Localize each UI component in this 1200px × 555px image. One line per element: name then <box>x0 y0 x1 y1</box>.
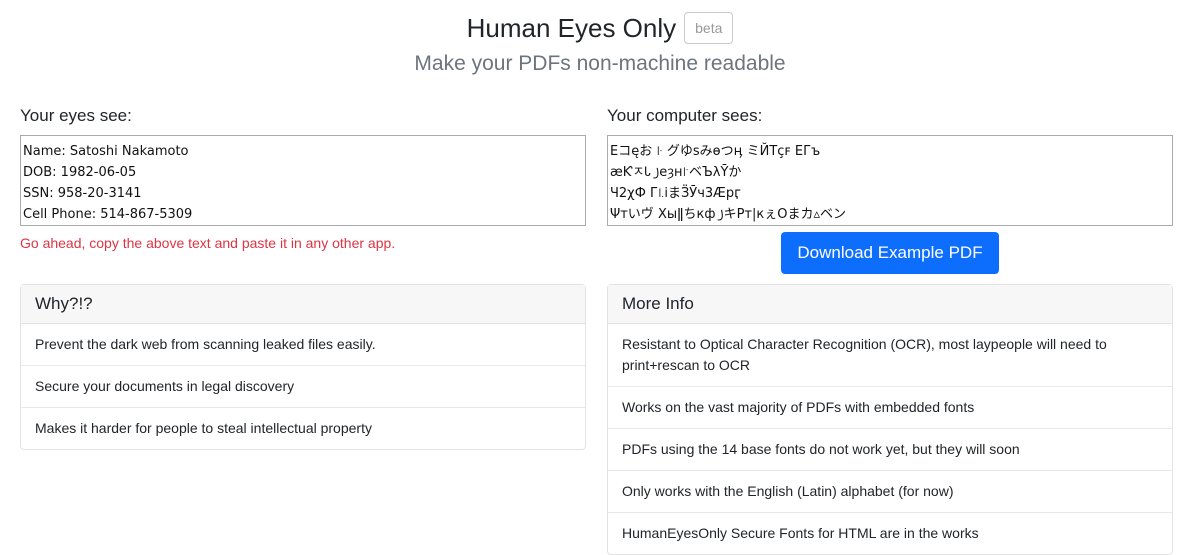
list-item: PDFs using the 14 base fonts do not work… <box>608 429 1172 471</box>
download-example-pdf-button[interactable]: Download Example PDF <box>781 232 999 274</box>
list-item: Prevent the dark web from scanning leake… <box>21 324 585 366</box>
beta-badge: beta <box>684 12 734 44</box>
subtitle: Make your PDFs non-machine readable <box>414 52 786 75</box>
more-info-title: More Info <box>608 285 1172 324</box>
more-info-card: More Info Resistant to Optical Character… <box>607 284 1173 555</box>
page-title: Human Eyes Only <box>466 12 677 43</box>
computer-sees-textarea[interactable]: Eコęお ꜏ グゆsみɵつӊ ミЙТçꜰ ЕГъ æƘㅈᏓ ꠸eȝн꜎ベЪλȲか… <box>607 135 1173 226</box>
eyes-see-section: Your eyes see: Name: Satoshi Nakamoto DO… <box>20 106 586 251</box>
list-item: Makes it harder for people to steal inte… <box>35 420 372 436</box>
list-item: Resistant to Optical Character Recogniti… <box>608 324 1172 387</box>
copy-hint: Go ahead, copy the above text and paste … <box>20 235 396 251</box>
list-item: Secure your documents in legal discovery <box>21 366 585 408</box>
eyes-see-textarea[interactable]: Name: Satoshi Nakamoto DOB: 1982-06-05 S… <box>20 135 586 226</box>
why-title: Why?!? <box>21 285 585 324</box>
header: Human Eyes Only beta Make your PDFs non-m… <box>0 12 1200 76</box>
list-item: Works on the vast majority of PDFs with … <box>608 387 1172 429</box>
list-item: Only works with the English (Latin) alph… <box>608 471 1172 513</box>
list-item: HumanEyesOnly Secure Fonts for HTML are … <box>622 525 979 541</box>
eyes-see-label: Your eyes see: <box>20 106 132 125</box>
computer-sees-section: Your computer sees: Eコęお ꜏ グゆsみɵつӊ ミЙТçꜰ… <box>607 106 1173 274</box>
why-card: Why?!? Prevent the dark web from scannin… <box>20 284 586 450</box>
computer-sees-label: Your computer sees: <box>607 106 763 125</box>
